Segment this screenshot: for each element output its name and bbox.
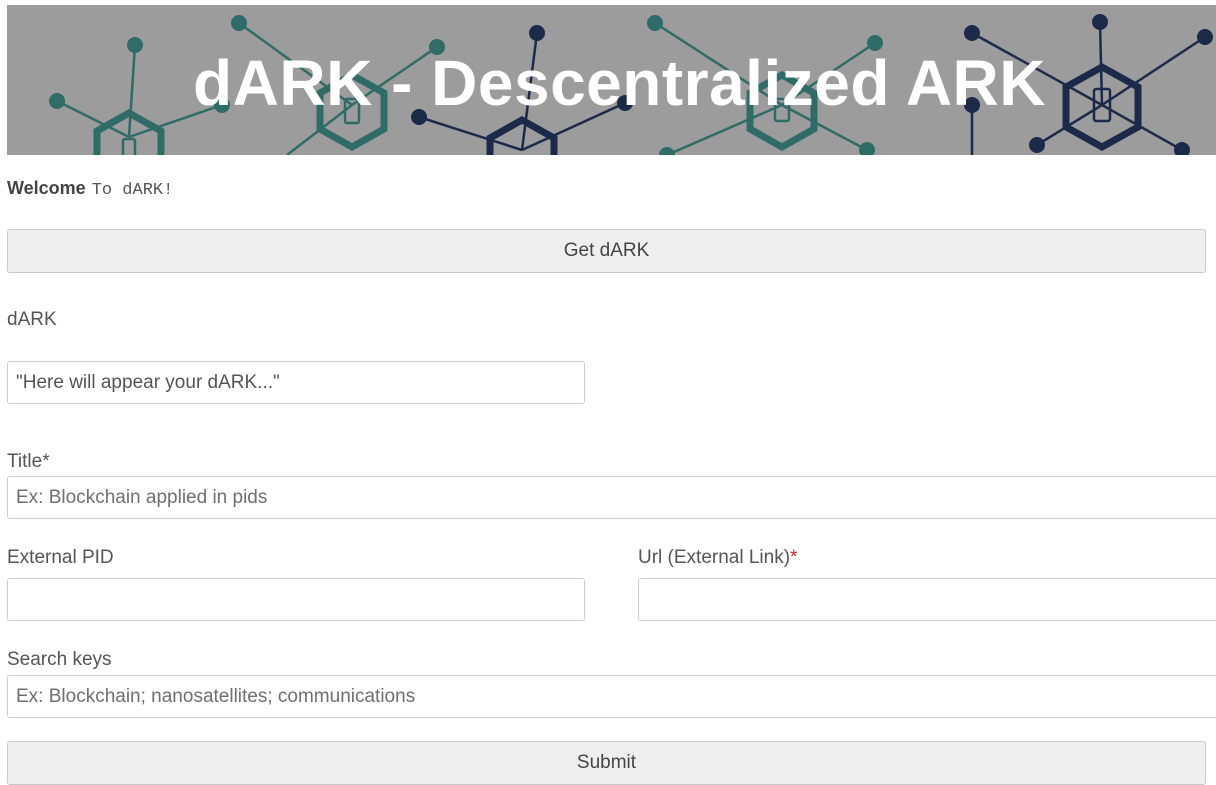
title-input[interactable]: Ex: Blockchain applied in pids (7, 476, 1216, 519)
search-keys-input[interactable]: Ex: Blockchain; nanosatellites; communic… (7, 675, 1216, 718)
dark-label: dARK (7, 309, 57, 330)
welcome-bold-text: Welcome (7, 178, 86, 198)
welcome-text: To dARK! (91, 181, 174, 200)
url-label-text: Url (External Link) (638, 547, 791, 568)
welcome-message: Welcome To dARK! (7, 178, 173, 200)
title-label: Title* (7, 451, 50, 472)
url-label: Url (External Link)* (638, 547, 797, 569)
external-pid-label: External PID (7, 547, 114, 568)
get-dark-button[interactable]: Get dARK (7, 229, 1206, 273)
external-pid-input[interactable] (7, 578, 585, 621)
dark-output-field[interactable]: "Here will appear your dARK..." (7, 361, 585, 404)
search-keys-label: Search keys (7, 649, 112, 670)
submit-button[interactable]: Submit (7, 741, 1206, 785)
header-banner: dARK - Descentralized ARK (7, 5, 1216, 155)
page-title: dARK - Descentralized ARK (193, 47, 1046, 119)
required-asterisk: * (790, 547, 798, 568)
url-input[interactable] (638, 578, 1216, 621)
